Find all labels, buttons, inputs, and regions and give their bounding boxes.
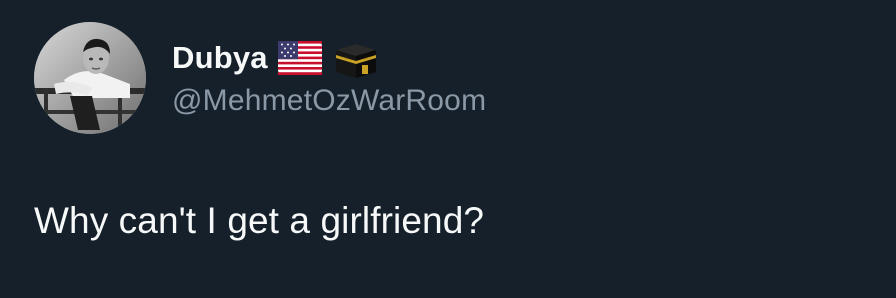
avatar-photo — [34, 22, 146, 134]
tweet-text: Why can't I get a girlfriend? — [34, 200, 485, 241]
author-handle[interactable]: @MehmetOzWarRoom — [172, 84, 486, 118]
us-flag-icon — [277, 41, 322, 75]
avatar[interactable] — [34, 22, 146, 134]
display-name[interactable]: Dubya — [172, 40, 268, 76]
kaaba-icon — [332, 38, 378, 78]
tweet-card: Dubya @MehmetOzWarRoom Why can't I get a… — [0, 0, 896, 298]
author-name-row: Dubya — [172, 37, 378, 79]
